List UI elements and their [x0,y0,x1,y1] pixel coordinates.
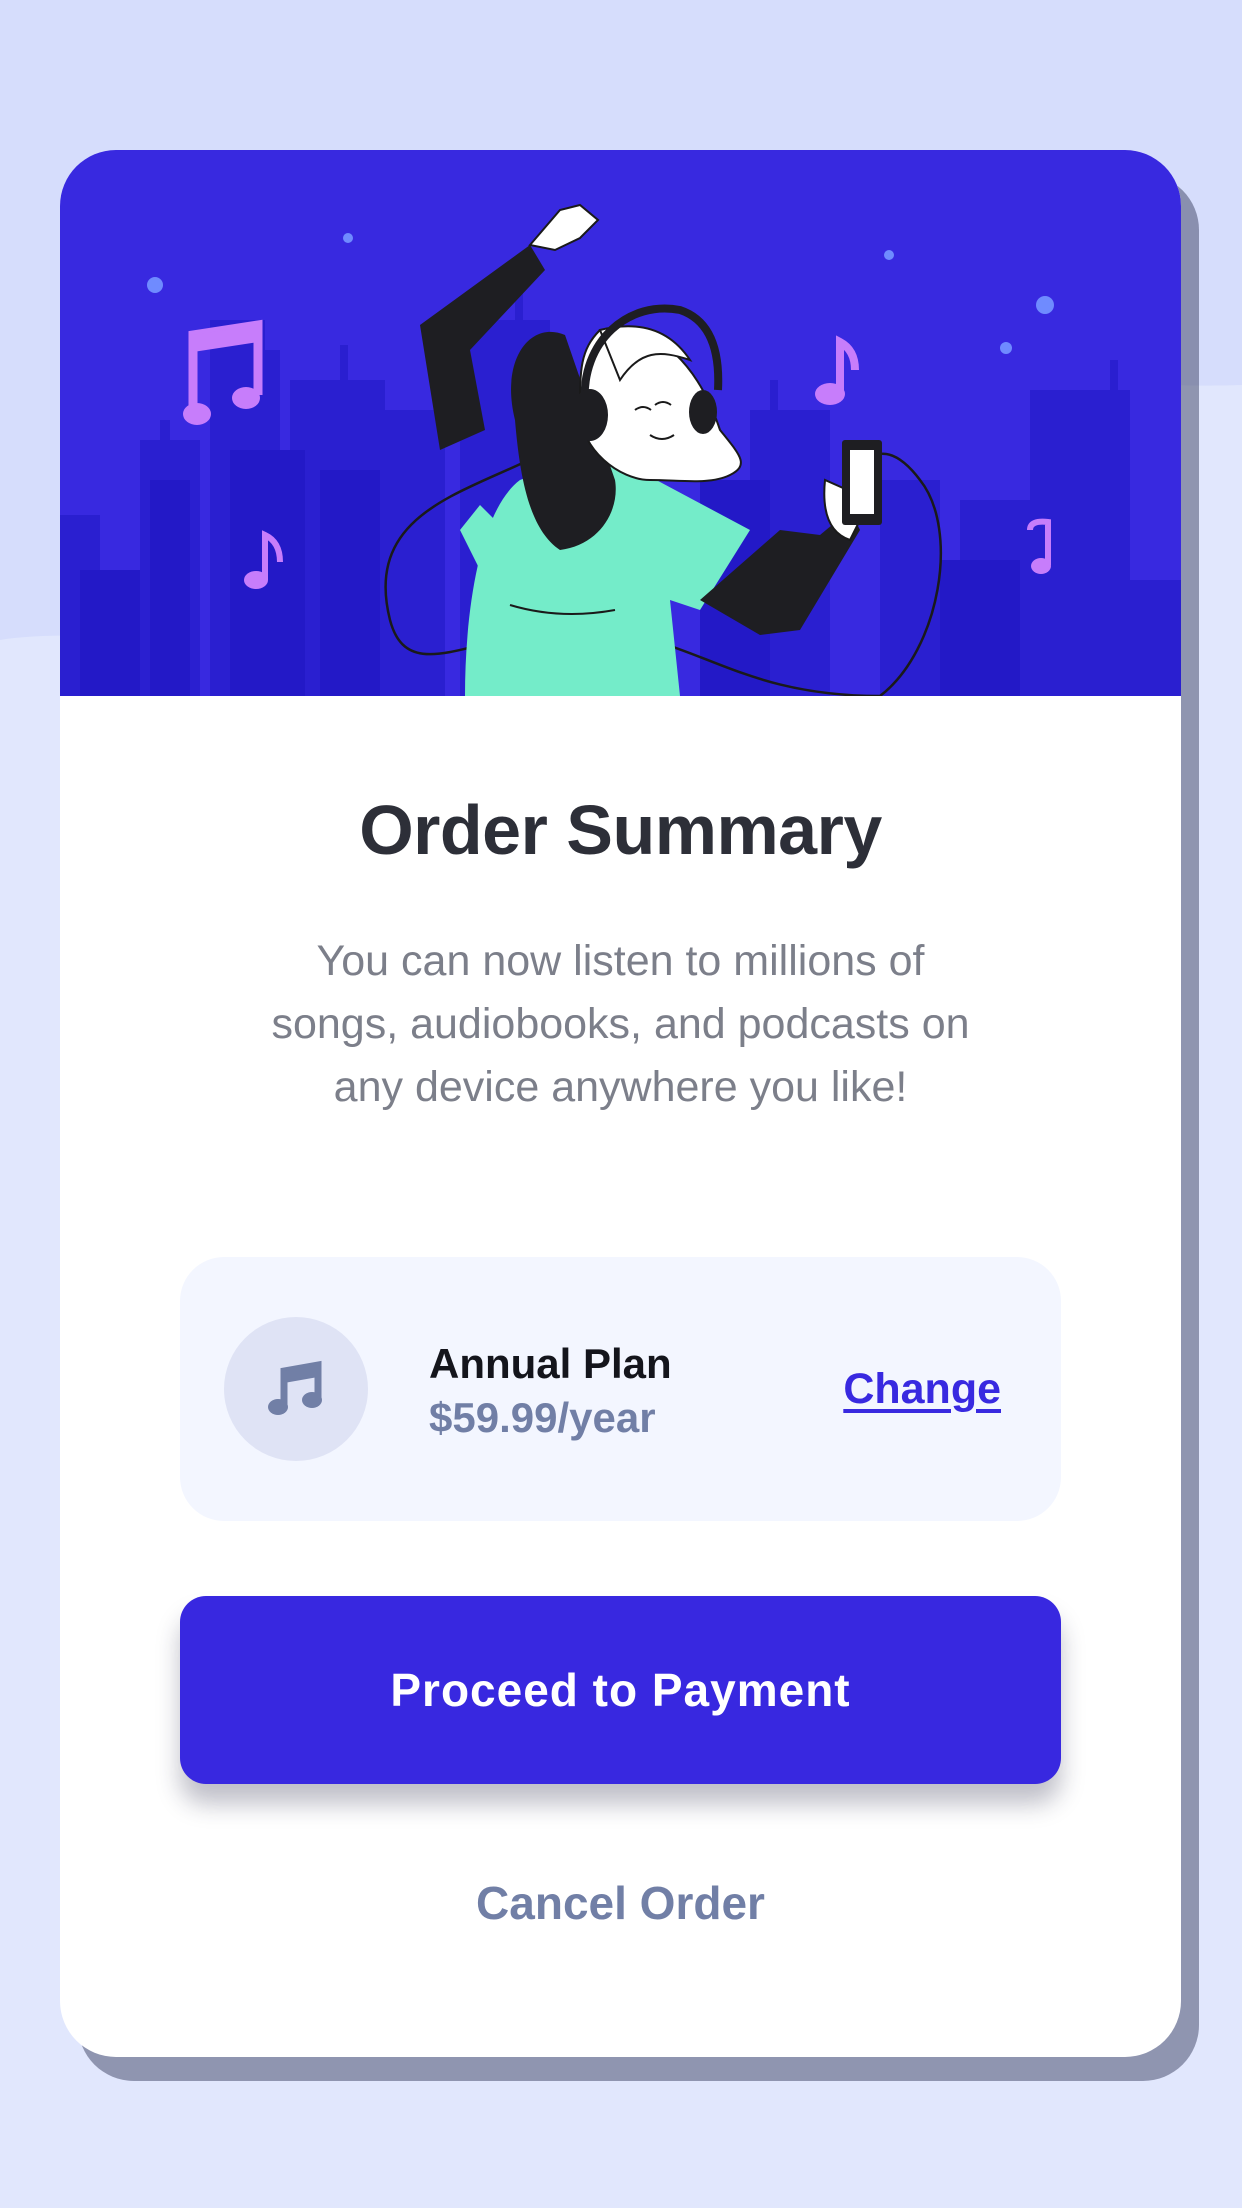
music-note-icon [224,1317,368,1461]
cancel-order-button[interactable]: Cancel Order [60,1876,1181,1930]
proceed-to-payment-button[interactable]: Proceed to Payment [180,1596,1061,1784]
summary-description: You can now listen to millions of songs,… [271,937,970,1111]
plan-name: Annual Plan [429,1340,672,1387]
plan-price: $59.99/year [429,1394,656,1441]
page-title: Order Summary [359,791,882,869]
order-summary-card: Order Summary You can now listen to mill… [60,150,1181,2057]
hero-illustration [60,150,1181,696]
change-plan-link[interactable]: Change [843,1365,1001,1414]
plan-box: Annual Plan $59.99/year Change [180,1257,1061,1521]
